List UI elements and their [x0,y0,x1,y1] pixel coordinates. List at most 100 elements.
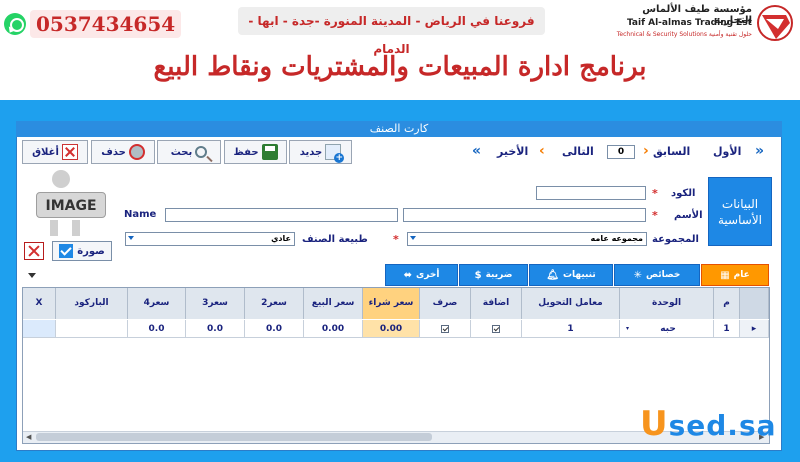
grid-icon: ▦ [720,269,730,281]
bell-icon: 🔔︎ [546,269,559,281]
next-record-icon[interactable]: ‹ [539,143,545,159]
image-placeholder[interactable]: IMAGE [36,192,106,218]
first-record-label[interactable]: الأول [713,145,741,158]
prev-record-icon[interactable]: › [643,143,649,159]
last-record-icon[interactable]: « [472,143,481,159]
col-sell-price-header: سعر البيع [304,288,363,319]
group-value: مجموعه عامه [590,234,643,243]
col-conversion-header: معامل التحويل [522,288,620,319]
cell-price2[interactable]: 0.0 [245,320,304,338]
delete-icon [128,144,145,160]
cell-unit-value: حبه [660,323,676,334]
tab-tax-label: ضريبة [485,270,513,280]
remove-image-button[interactable] [24,242,44,260]
cell-add[interactable] [471,320,522,338]
group-label: المجموعة [652,234,699,245]
photo-label: صورة [77,245,105,257]
col-price4-header: سعر4 [128,288,186,319]
name-field[interactable] [403,208,646,222]
col-index-header: م [714,288,740,319]
new-document-icon [325,144,345,163]
cell-price4[interactable]: 0.0 [128,320,186,338]
code-field[interactable] [536,186,646,200]
code-required-mark: * [652,187,658,200]
chevron-down-icon [410,236,416,240]
item-type-label: طبيعة الصنف [302,234,368,245]
image-placeholder-leg [72,220,80,236]
page-headline: برنامج ادارة المبيعات والمشتريات ونقاط ا… [153,52,647,82]
col-buy-price-header: سعر شراء [363,288,420,319]
window-title: كارت الصنف [16,121,782,137]
col-unit-header: الوحدة [620,288,714,319]
company-name-en: Taif Al-almas Trading Est [626,18,752,28]
cell-sell-price[interactable]: 0.00 [304,320,363,338]
grid-corner [740,288,769,319]
phone-number[interactable]: 0537434654 [30,10,182,38]
name-en-field[interactable] [165,208,398,222]
col-barcode-header: الباركود [56,288,128,319]
name-required-mark: * [652,209,658,222]
basic-data-tab[interactable]: البيانات الأساسية [708,177,772,246]
col-price2-header: سعر2 [245,288,304,319]
tab-alerts-label: تنبيهات [562,270,596,280]
cell-index[interactable]: 1 [714,320,740,338]
cell-conversion[interactable]: 1 [522,320,620,338]
cell-barcode[interactable] [56,320,128,338]
cell-unit[interactable]: ▾ حبه [620,320,714,338]
item-type-select[interactable]: عادي [125,232,295,246]
checkbox-icon[interactable] [492,324,500,333]
whatsapp-icon[interactable] [4,13,26,35]
delete-button[interactable]: حذف [91,140,155,164]
tab-properties[interactable]: خصائص ✳ [614,264,700,286]
first-record-icon[interactable]: » [755,143,764,159]
image-placeholder-leg [50,220,58,236]
checkbox-checked-icon [59,244,74,258]
tab-other[interactable]: أخرى ⬌ [385,264,458,286]
record-number-field[interactable]: 0 [607,145,635,159]
watermark-logo: Used.sa [640,404,777,444]
prev-record-label[interactable]: السابق [653,145,690,158]
chevron-down-icon: ▾ [626,325,630,332]
save-icon [261,144,278,160]
search-label: بحث [170,146,193,158]
tab-alerts[interactable]: تنبيهات 🔔︎ [529,264,613,286]
name-en-label: Name [124,209,157,220]
cell-buy-price[interactable]: 0.00 [363,320,420,338]
chevron-down-icon [128,236,134,240]
scrollbar-thumb[interactable] [36,433,432,441]
tab-general-label: عام [733,270,750,280]
save-button[interactable]: حفظ [224,140,287,164]
watermark-text: sed.sa [668,409,777,442]
last-record-label[interactable]: الأخير [497,145,528,158]
name-label: الأسم [674,210,703,221]
checkbox-icon[interactable] [441,324,449,333]
group-required-mark: * [393,233,399,246]
col-issue-header: صرف [420,288,471,319]
tab-tax[interactable]: ضريبة $ [459,264,528,286]
search-button[interactable]: بحث [157,140,221,164]
new-label: جديد [299,146,323,158]
dropdown-arrow-icon[interactable] [28,273,36,278]
code-label: الكود [671,188,696,199]
next-record-label[interactable]: التالى [562,145,594,158]
tab-properties-label: خصائص [646,270,681,280]
other-icon: ⬌ [403,269,412,281]
col-price3-header: سعر3 [186,288,245,319]
row-selector[interactable]: ▸ [740,320,769,338]
cell-price3[interactable]: 0.0 [186,320,245,338]
dollar-icon: $ [474,269,482,281]
company-tagline: Technical & Security Solutions حلول تقني… [616,31,752,38]
cell-delete[interactable] [23,320,56,338]
image-placeholder-head [52,170,70,188]
col-add-header: اضافة [471,288,522,319]
new-button[interactable]: جديد [289,140,352,164]
tab-other-label: أخرى [415,270,440,280]
photo-checkbox[interactable]: صورة [52,241,112,261]
tab-general[interactable]: عام ▦ [701,264,769,286]
group-select[interactable]: مجموعه عامه [407,232,647,246]
close-button[interactable]: أغلاق [22,140,88,164]
cell-issue[interactable] [420,320,471,338]
item-type-value: عادي [271,234,291,243]
scroll-left-icon[interactable]: ◀ [26,433,31,441]
company-logo [757,5,793,41]
